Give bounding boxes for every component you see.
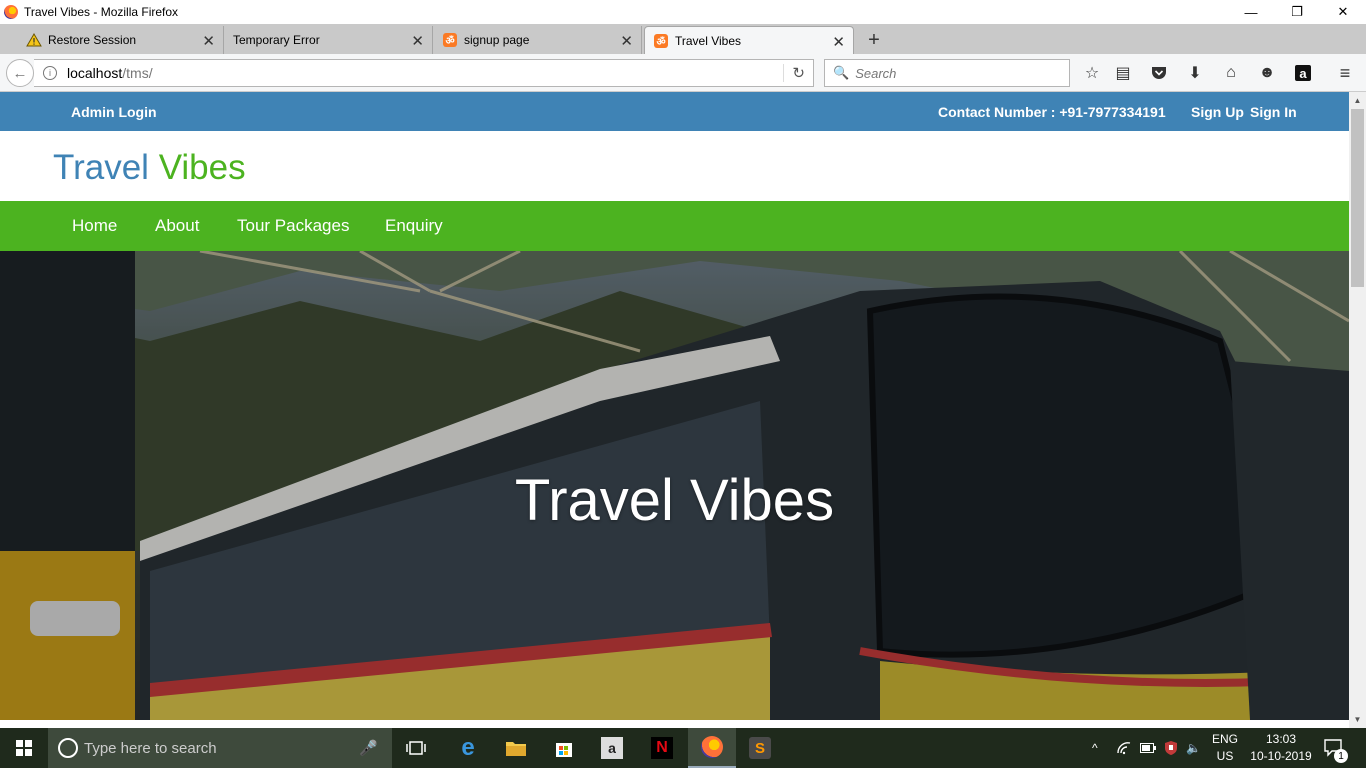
maximize-button[interactable]: ❐	[1274, 0, 1320, 24]
emoji-face-icon[interactable]: ☻	[1256, 62, 1278, 84]
scroll-down-arrow-icon[interactable]: ▼	[1349, 711, 1366, 728]
close-tab-icon[interactable]: ✕	[411, 32, 424, 50]
top-info-bar: Admin Login Contact Number : +91-7977334…	[0, 92, 1349, 131]
store-icon[interactable]	[540, 728, 588, 768]
clock-time: 13:03	[1265, 732, 1297, 746]
pocket-icon[interactable]	[1148, 62, 1170, 84]
task-view-icon[interactable]	[392, 728, 440, 768]
notification-center-icon[interactable]: 1	[1324, 728, 1348, 768]
window-title: Travel Vibes - Mozilla Firefox	[24, 5, 179, 19]
url-bar[interactable]: i localhost/tms/ ↻	[34, 59, 814, 87]
scrollbar-thumb[interactable]	[1351, 109, 1364, 287]
minimize-button[interactable]: —	[1228, 0, 1274, 24]
main-menu: Home About Tour Packages Enquiry	[0, 201, 1349, 251]
contact-number: Contact Number : +91-7977334191	[938, 104, 1166, 120]
search-icon: 🔍	[833, 65, 850, 80]
menu-about[interactable]: About	[155, 216, 199, 236]
microphone-icon[interactable]: 🎤	[359, 739, 378, 757]
url-path: /tms/	[122, 65, 153, 81]
hero-banner: Travel Vibes	[0, 251, 1349, 720]
tab-label: Restore Session	[48, 33, 137, 47]
scroll-up-arrow-icon[interactable]: ▲	[1349, 92, 1366, 109]
xampp-icon: ॐ	[654, 33, 668, 48]
xampp-icon: ॐ	[443, 33, 457, 47]
hero-title: Travel Vibes	[514, 468, 835, 533]
start-button[interactable]	[0, 728, 48, 768]
volume-icon[interactable]: 🔈	[1186, 728, 1201, 768]
home-icon[interactable]: ⌂	[1220, 62, 1242, 84]
sign-in-link[interactable]: Sign In	[1250, 104, 1297, 120]
tab-label: signup page	[464, 33, 530, 47]
admin-login-link[interactable]: Admin Login	[71, 104, 157, 120]
tab-travel-vibes[interactable]: ॐ Travel Vibes ✕	[644, 26, 854, 54]
wifi-icon[interactable]	[1116, 728, 1132, 768]
tab-signup-page[interactable]: ॐ signup page ✕	[434, 26, 642, 54]
hamburger-menu-icon[interactable]: ≡	[1334, 62, 1356, 84]
vertical-scrollbar[interactable]: ▲ ▼	[1349, 92, 1366, 728]
windows-logo-icon	[16, 740, 32, 756]
system-clock[interactable]: 13:03 10-10-2019	[1246, 731, 1316, 765]
window-titlebar: Travel Vibes - Mozilla Firefox — ❐ ✕	[0, 0, 1366, 24]
tab-label: Travel Vibes	[675, 33, 742, 48]
firefox-logo-icon	[4, 5, 18, 19]
close-tab-icon[interactable]: ✕	[620, 32, 633, 50]
brand-word-travel: Travel	[53, 148, 149, 187]
sign-up-link[interactable]: Sign Up	[1191, 104, 1244, 120]
tab-strip: Restore Session ✕ Temporary Error ✕ ॐ si…	[0, 24, 1366, 54]
close-tab-icon[interactable]: ✕	[832, 33, 845, 51]
url-host: localhost	[67, 65, 123, 81]
sublime-text-icon[interactable]: S	[736, 728, 784, 768]
file-explorer-icon[interactable]	[492, 728, 540, 768]
brand-header: Travel Vibes	[0, 131, 1349, 201]
language-code: ENG	[1211, 732, 1238, 746]
windows-taskbar: Type here to search 🎤 e a N S ^ 🔈 ENG US…	[0, 728, 1366, 768]
menu-tour-packages[interactable]: Tour Packages	[237, 216, 349, 236]
web-page: Admin Login Contact Number : +91-7977334…	[0, 92, 1349, 720]
brand-word-vibes: Vibes	[158, 148, 246, 187]
amazon-icon: a	[1295, 65, 1311, 81]
firefox-taskbar-icon[interactable]	[688, 728, 736, 768]
tab-restore-session[interactable]: Restore Session ✕	[18, 26, 224, 54]
new-tab-plus-icon[interactable]: +	[862, 28, 886, 52]
region-code: US	[1216, 749, 1234, 763]
menu-enquiry[interactable]: Enquiry	[385, 216, 443, 236]
close-window-button[interactable]: ✕	[1320, 0, 1366, 24]
show-hidden-icons-chevron-icon[interactable]: ^	[1092, 728, 1098, 768]
site-logo[interactable]: Travel Vibes	[53, 148, 246, 188]
language-indicator[interactable]: ENG US	[1206, 731, 1244, 765]
close-tab-icon[interactable]: ✕	[202, 32, 215, 50]
menu-home[interactable]: Home	[72, 216, 117, 236]
download-arrow-icon[interactable]: ⬇	[1184, 62, 1206, 84]
bookmark-star-icon[interactable]: ☆	[1081, 62, 1103, 84]
window-controls: — ❐ ✕	[1228, 0, 1366, 24]
reload-icon[interactable]: ↻	[783, 64, 805, 82]
amazon-app-icon[interactable]: a	[588, 728, 636, 768]
back-arrow-icon[interactable]: ←	[6, 59, 34, 87]
edge-browser-icon[interactable]: e	[444, 728, 492, 768]
taskbar-search-input[interactable]: Type here to search 🎤	[48, 728, 392, 768]
battery-icon[interactable]	[1140, 728, 1156, 768]
search-input[interactable]: 🔍 Search	[824, 59, 1070, 87]
search-placeholder: Search	[855, 65, 897, 81]
tab-temporary-error[interactable]: Temporary Error ✕	[225, 26, 433, 54]
info-icon[interactable]: i	[43, 66, 57, 80]
cortana-circle-icon	[58, 738, 78, 758]
tab-label: Temporary Error	[233, 33, 320, 47]
warning-icon	[26, 32, 42, 48]
security-shield-icon[interactable]	[1164, 728, 1178, 768]
clock-date: 10-10-2019	[1250, 749, 1312, 763]
taskbar-search-placeholder: Type here to search	[84, 739, 217, 757]
notification-count-badge: 1	[1334, 749, 1348, 763]
netflix-icon[interactable]: N	[638, 728, 686, 768]
navigation-toolbar: ← i localhost/tms/ ↻ 🔍 Search ☆ ▤ ⬇ ⌂ ☻ …	[0, 54, 1366, 92]
amazon-extension-button[interactable]: a	[1292, 62, 1314, 84]
reader-list-icon[interactable]: ▤	[1112, 62, 1134, 84]
